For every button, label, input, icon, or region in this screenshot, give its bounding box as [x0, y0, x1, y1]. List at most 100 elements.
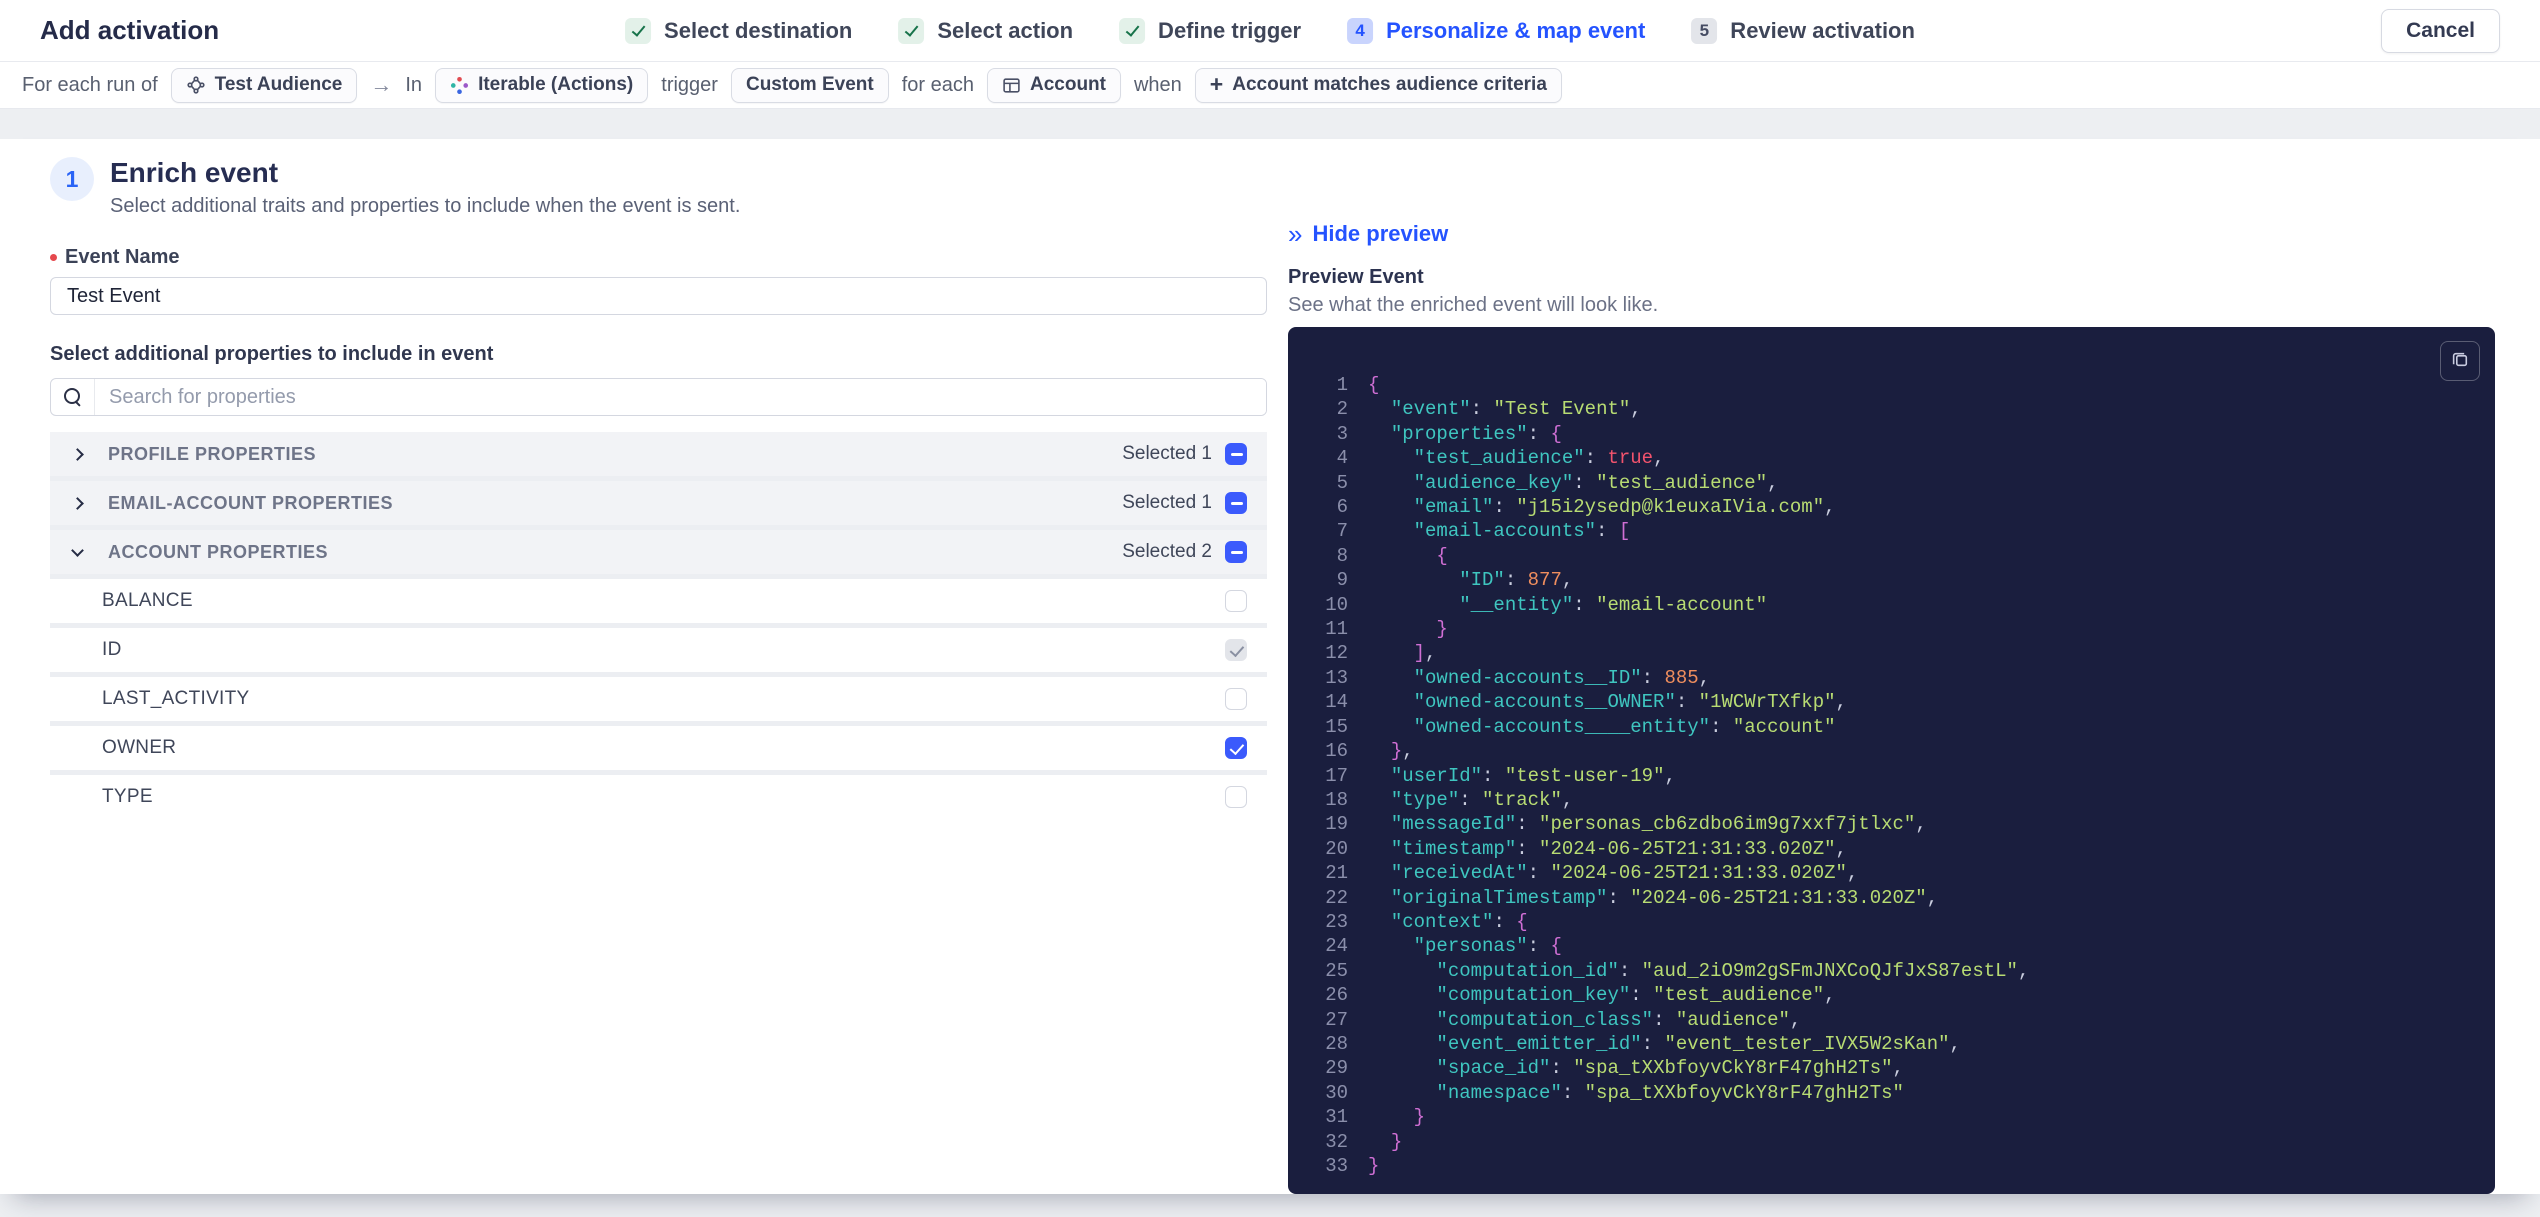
code-line: 19 "messageId": "personas_cb6zdbo6im9g7x… — [1312, 812, 2475, 836]
group-checkbox-indeterminate[interactable] — [1225, 541, 1247, 563]
selected-count: Selected 1 — [1122, 443, 1212, 464]
wizard-step-select-action[interactable]: Select action — [898, 17, 1073, 44]
code-text: "email": "j15i2ysedp@k1euxaIVia.com", — [1413, 496, 1836, 519]
code-text: "computation_id": "aud_2iO9m2gSFmJNXCoQJ… — [1436, 959, 2030, 982]
checkbox-type[interactable] — [1225, 786, 1247, 808]
code-line: 8 { — [1312, 544, 2475, 568]
code-line: 30 "namespace": "spa_tXXbfoyvCkY8rF47ghH… — [1312, 1081, 2475, 1105]
preview-panel: » Hide preview Preview Event See what th… — [1288, 221, 2495, 1194]
section-title: Enrich event — [110, 157, 279, 188]
code-text: "type": "track", — [1390, 788, 1574, 811]
code-line: 5 "audience_key": "test_audience", — [1312, 471, 2475, 495]
line-number: 1 — [1336, 374, 1348, 396]
checkbox-balance[interactable] — [1225, 590, 1247, 612]
code-line: 6 "email": "j15i2ysedp@k1euxaIVia.com", — [1312, 495, 2475, 519]
enrich-step-header: 1 Enrich event Select additional traits … — [50, 157, 1267, 218]
checkbox-owner[interactable] — [1225, 737, 1247, 759]
code-text: "properties": { — [1390, 422, 1562, 445]
required-dot-icon — [50, 254, 57, 261]
property-label: TYPE — [102, 786, 153, 807]
line-number: 5 — [1336, 471, 1348, 494]
code-text: ], — [1413, 642, 1437, 665]
iterable-logo-icon — [450, 76, 469, 95]
code-text: "__entity": "email-account" — [1459, 593, 1768, 616]
property-row-owner[interactable]: OWNER — [50, 726, 1267, 770]
code-line: 25 "computation_id": "aud_2iO9m2gSFmJNXC… — [1312, 959, 2475, 983]
group-label: EMAIL-ACCOUNT PROPERTIES — [108, 492, 394, 513]
property-group-account-properties[interactable]: ACCOUNT PROPERTIES Selected 2 — [50, 530, 1267, 574]
code-text: "namespace": "spa_tXXbfoyvCkY8rF47ghH2Ts… — [1436, 1081, 1904, 1104]
property-row-type[interactable]: TYPE — [50, 775, 1267, 819]
code-line: 16 }, — [1312, 739, 2475, 763]
summary-chip-custom-event[interactable]: Custom Event — [730, 67, 889, 103]
property-row-id[interactable]: ID — [50, 628, 1267, 672]
copy-button[interactable] — [2440, 341, 2480, 381]
page-title: Add activation — [40, 15, 220, 45]
check-glyph — [904, 21, 919, 37]
double-chevron-right-icon: » — [1288, 219, 1303, 249]
properties-section-label: Select additional properties to include … — [50, 343, 494, 365]
summary-chip-account[interactable]: Account — [986, 67, 1121, 103]
wizard-step-define-trigger[interactable]: Define trigger — [1119, 17, 1301, 44]
activation-summary-bar: For each run of Test Audience → In Iterable … — [0, 62, 2540, 109]
search-input[interactable] — [95, 379, 1266, 415]
section-subtitle: Select additional traits and properties … — [110, 195, 741, 217]
event-name-input[interactable] — [50, 277, 1267, 315]
chip-label: Iterable (Actions) — [478, 74, 634, 95]
property-group-email-account-properties[interactable]: EMAIL-ACCOUNT PROPERTIES Selected 1 — [50, 481, 1267, 525]
code-text: "messageId": "personas_cb6zdbo6im9g7xxf7… — [1390, 813, 1927, 836]
code-line: 33} — [1312, 1154, 2475, 1178]
code-line: 13 "owned-accounts__ID": 885, — [1312, 666, 2475, 690]
code-line: 9 "ID": 877, — [1312, 568, 2475, 592]
code-text: "owned-accounts____entity": "account" — [1413, 715, 1836, 738]
group-checkbox-indeterminate[interactable] — [1225, 443, 1247, 465]
code-text: "audience_key": "test_audience", — [1413, 471, 1779, 494]
line-number: 13 — [1325, 666, 1348, 689]
line-number: 32 — [1325, 1130, 1348, 1153]
line-number: 31 — [1325, 1106, 1348, 1129]
wizard-step-personalize-map-event[interactable]: 4 Personalize & map event — [1347, 17, 1645, 44]
line-number: 12 — [1325, 642, 1348, 665]
code-line: 7 "email-accounts": [ — [1312, 519, 2475, 543]
code-text: "space_id": "spa_tXXbfoyvCkY8rF47ghH2Ts"… — [1436, 1057, 1904, 1080]
line-number: 26 — [1325, 984, 1348, 1007]
code-text: } — [1413, 1106, 1426, 1129]
search-icon — [51, 379, 95, 415]
property-label: BALANCE — [102, 590, 193, 611]
step-check-icon — [1119, 17, 1146, 44]
event-name-label-text: Event Name — [65, 246, 180, 268]
group-checkbox-indeterminate[interactable] — [1225, 492, 1247, 514]
summary-chip-account-matches-audience-criteria[interactable]: + Account matches audience criteria — [1194, 67, 1562, 103]
code-text: "computation_key": "test_audience", — [1436, 984, 1836, 1007]
line-number: 11 — [1325, 618, 1348, 641]
selected-count: Selected 2 — [1122, 541, 1212, 562]
code-text: "userId": "test-user-19", — [1390, 764, 1676, 787]
line-number: 9 — [1336, 569, 1348, 592]
property-row-last-activity[interactable]: LAST_ACTIVITY — [50, 677, 1267, 721]
code-line: 17 "userId": "test-user-19", — [1312, 764, 2475, 788]
hide-preview-link[interactable]: » Hide preview — [1288, 221, 2495, 247]
wizard-step-select-destination[interactable]: Select destination — [625, 17, 852, 44]
properties-list: PROFILE PROPERTIES Selected 1 EMAIL-ACCOUN… — [50, 432, 1267, 819]
property-group-profile-properties[interactable]: PROFILE PROPERTIES Selected 1 — [50, 432, 1267, 476]
summary-chip-test-audience[interactable]: Test Audience — [170, 67, 358, 103]
line-number: 21 — [1325, 862, 1348, 885]
code-line: 15 "owned-accounts____entity": "account" — [1312, 715, 2475, 739]
line-number: 8 — [1336, 544, 1348, 567]
step-check-icon — [898, 17, 925, 44]
cancel-button[interactable]: Cancel — [2381, 8, 2500, 53]
summary-chip-iterable-actions[interactable]: Iterable (Actions) — [435, 67, 649, 103]
property-label: LAST_ACTIVITY — [102, 688, 250, 709]
summary-text: for each — [901, 73, 974, 96]
property-row-balance[interactable]: BALANCE — [50, 579, 1267, 623]
event-name-label: Event Name — [50, 246, 1267, 269]
checkbox-last-activity[interactable] — [1225, 688, 1247, 710]
step-label: Review activation — [1730, 17, 1915, 43]
summary-text: In — [405, 73, 423, 96]
line-number: 4 — [1336, 447, 1348, 470]
selected-count: Selected 1 — [1122, 492, 1212, 513]
line-number: 18 — [1325, 788, 1348, 811]
code-line: 29 "space_id": "spa_tXXbfoyvCkY8rF47ghH2… — [1312, 1056, 2475, 1080]
enrich-event-section: 1 Enrich event Select additional traits … — [50, 157, 1267, 819]
summary-text: For each run of — [22, 73, 158, 96]
